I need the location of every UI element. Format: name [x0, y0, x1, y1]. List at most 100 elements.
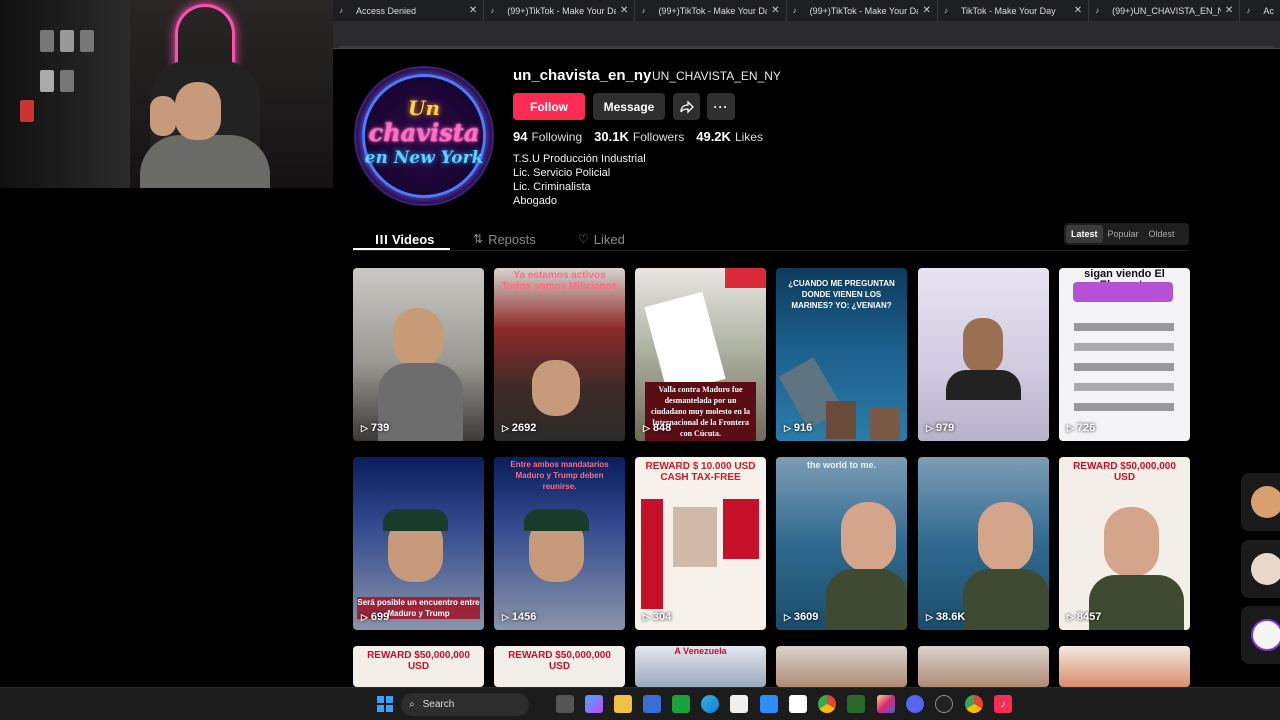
tab-videos[interactable]: Videos	[376, 228, 434, 250]
video-thumbnail[interactable]	[1059, 646, 1190, 687]
webcam-overlay	[0, 0, 333, 188]
view-count: ▷ 726	[1067, 422, 1096, 434]
suggested-account[interactable]	[1241, 540, 1280, 598]
chrome-icon[interactable]	[818, 695, 836, 713]
close-icon[interactable]: ✕	[922, 5, 930, 16]
close-icon[interactable]: ✕	[1225, 5, 1233, 16]
video-thumbnail[interactable]: sigan viendo El Elemento ▷726	[1059, 268, 1190, 441]
store-icon[interactable]	[643, 695, 661, 713]
close-icon[interactable]: ✕	[469, 5, 477, 16]
sort-latest[interactable]: Latest	[1066, 225, 1103, 243]
browser-tab[interactable]: ♪ (99+)TikTok - Make Your Day ✕	[635, 0, 787, 21]
sort-popular[interactable]: Popular	[1103, 225, 1144, 243]
tab-divider	[353, 250, 1189, 251]
capcut-icon[interactable]	[789, 695, 807, 713]
video-thumbnail[interactable]	[776, 646, 907, 687]
video-thumbnail[interactable]: ▷ 979	[918, 268, 1049, 441]
tab-title: (99+)TikTok - Make Your Day	[809, 5, 919, 16]
view-count: ▷ 979	[926, 422, 955, 434]
instagram-icon[interactable]	[877, 695, 895, 713]
likes-stat: 49.2K Likes	[696, 129, 763, 144]
background-shelf	[0, 0, 130, 188]
search-icon: ⌕	[409, 699, 415, 710]
profile-nickname: UN_CHAVISTA_EN_NY	[652, 69, 781, 83]
close-icon[interactable]: ✕	[771, 5, 779, 16]
video-thumbnail[interactable]: Ya estamos activos Todos somos Miliciano…	[494, 268, 625, 441]
tab-liked[interactable]: ♡ Liked	[578, 228, 625, 250]
task-view-icon[interactable]	[556, 695, 574, 713]
suggested-account[interactable]	[1241, 473, 1280, 531]
browser-tab[interactable]: ♪ (99+)TikTok - Make Your Day ✕	[484, 0, 636, 21]
play-icon: ▷	[361, 422, 368, 433]
vectorizer-icon[interactable]	[847, 695, 865, 713]
video-thumbnail[interactable]: REWARD $ 10.000 USD CASH TAX-FREE ▷ 304	[635, 457, 766, 630]
close-icon[interactable]: ✕	[620, 5, 628, 16]
tiktok-icon: ♪	[1095, 5, 1100, 15]
file-explorer-icon[interactable]	[614, 695, 632, 713]
video-thumbnail[interactable]: REWARD $50,000,000 USD	[494, 646, 625, 687]
edge-icon[interactable]	[701, 695, 719, 713]
view-count: ▷ 38.6K	[926, 611, 966, 623]
video-thumbnail[interactable]: ¿CUANDO ME PREGUNTAN DONDE VIENEN LOS MA…	[776, 268, 907, 441]
copilot-icon[interactable]	[585, 695, 603, 713]
xbox-icon[interactable]	[672, 695, 690, 713]
browser-tab[interactable]: ♪ Access Denied ✕	[333, 0, 485, 21]
video-thumbnail[interactable]: Será posible un encuentro entre Maduro y…	[353, 457, 484, 630]
view-count: ▷ 1456	[502, 611, 537, 623]
view-count: ▷ 848	[643, 422, 672, 434]
bio-line: Lic. Criminalista	[513, 181, 591, 193]
avatar	[1251, 619, 1280, 651]
following-stat[interactable]: 94 Following	[513, 129, 582, 144]
play-icon: ▷	[1067, 611, 1074, 622]
heart-icon: ♡	[578, 232, 589, 246]
video-caption: REWARD $50,000,000 USD	[1073, 461, 1176, 483]
video-thumbnail[interactable]: ▷ 739	[353, 268, 484, 441]
follow-button[interactable]: Follow	[513, 93, 585, 120]
tiktok-icon[interactable]: ♪	[994, 695, 1012, 713]
avatar	[1251, 486, 1280, 518]
profile-avatar[interactable]: Un chavista en New York	[354, 66, 494, 206]
sort-oldest[interactable]: Oldest	[1144, 225, 1180, 243]
tiktok-icon: ♪	[641, 5, 646, 15]
video-thumbnail[interactable]: the world to me. ▷ 3609	[776, 457, 907, 630]
view-count: ▷ 8457	[1067, 611, 1102, 623]
chrome-icon[interactable]	[965, 695, 983, 713]
tab-label: Liked	[593, 231, 625, 247]
browser-tab[interactable]: ♪ TikTok - Make Your Day ✕	[938, 0, 1090, 21]
discord-icon[interactable]	[906, 695, 924, 713]
obs-icon[interactable]	[935, 695, 953, 713]
play-icon: ▷	[502, 611, 509, 622]
message-button[interactable]: Message	[593, 93, 665, 120]
video-thumbnail[interactable]: A Venezuela	[635, 646, 766, 687]
tiktok-icon: ♪	[490, 5, 495, 15]
browser-tab[interactable]: ♪ Ac	[1240, 0, 1280, 21]
taskbar-search[interactable]: ⌕ Search	[401, 693, 529, 716]
video-caption: the world to me.	[806, 460, 876, 470]
browser-tab[interactable]: ♪ (99+)TikTok - Make Your Day ✕	[787, 0, 938, 21]
windows-start-icon[interactable]	[376, 695, 394, 713]
video-thumbnail[interactable]: Entre ambos mandatarios Maduro y Trump d…	[494, 457, 625, 630]
tab-reposts[interactable]: ⇅ Reposts	[473, 228, 536, 250]
tiktok-icon: ♪	[943, 5, 948, 15]
notepad-icon[interactable]	[730, 695, 748, 713]
video-caption: A Venezuela	[674, 646, 727, 656]
video-caption: REWARD $50,000,000 USD	[367, 650, 470, 672]
address-bar[interactable]	[333, 21, 1280, 49]
video-thumbnail[interactable]: REWARD $50,000,000 USD	[353, 646, 484, 687]
video-thumbnail[interactable]: ▷ 38.6K	[918, 457, 1049, 630]
browser-tab[interactable]: ♪ (99+)UN_CHAVISTA_EN_NY (@ ✕	[1089, 0, 1241, 21]
suggested-account[interactable]	[1241, 606, 1280, 664]
tab-title: Ac	[1263, 5, 1274, 16]
video-thumbnail[interactable]: Valla contra Maduro fue desmantelada por…	[635, 268, 766, 441]
bio-line: Abogado	[513, 195, 558, 207]
tab-title: (99+)TikTok - Make Your Day	[658, 5, 768, 16]
tiktok-icon: ♪	[792, 5, 797, 15]
zoom-icon[interactable]	[760, 695, 778, 713]
video-thumbnail[interactable]	[918, 646, 1049, 687]
followers-stat[interactable]: 30.1K Followers	[594, 129, 684, 144]
view-count: ▷ 739	[361, 422, 390, 434]
close-icon[interactable]: ✕	[1074, 5, 1082, 16]
video-thumbnail[interactable]: REWARD $50,000,000 USD ▷ 8457	[1059, 457, 1190, 630]
more-options-button[interactable]: ···	[707, 93, 735, 120]
share-button[interactable]	[673, 93, 700, 120]
